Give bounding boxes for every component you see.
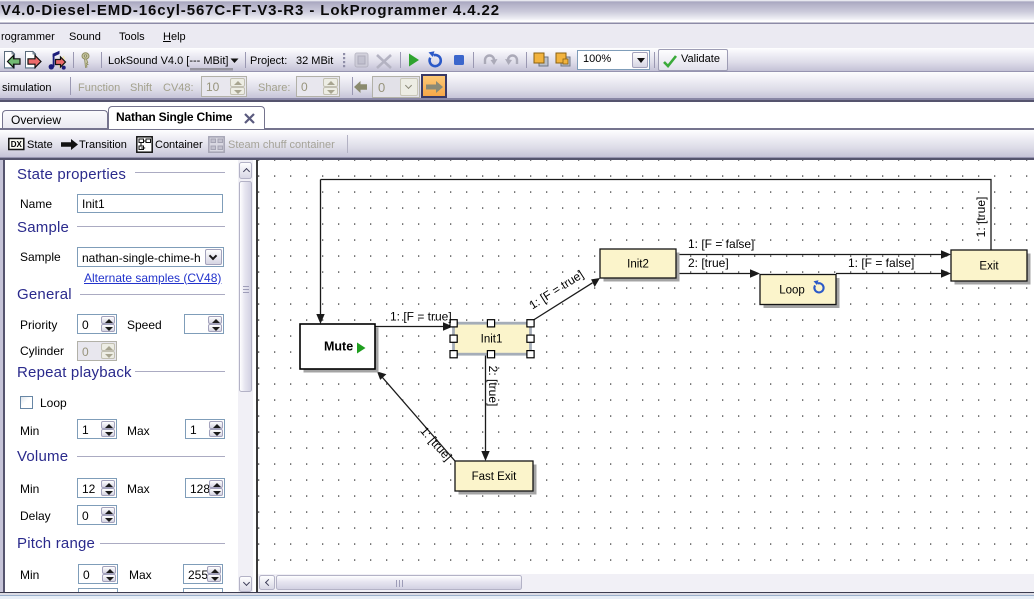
svg-text:Init2: Init2 [627, 258, 649, 270]
svg-text:Loop: Loop [779, 284, 805, 296]
svg-text:Fast Exit: Fast Exit [472, 471, 518, 483]
svg-text:1: [F = true]: 1: [F = true] [390, 309, 452, 323]
svg-text:1: [F = false]: 1: [F = false] [848, 256, 914, 270]
svg-text:Exit: Exit [979, 260, 999, 272]
svg-text:Mute: Mute [324, 339, 353, 353]
svg-text:1: [F = false]: 1: [F = false] [688, 237, 754, 251]
svg-text:1: [true]: 1: [true] [974, 196, 988, 237]
svg-text:2: [true]: 2: [true] [486, 365, 500, 406]
svg-text:DX: DX [11, 140, 23, 149]
svg-text:2: [true]: 2: [true] [688, 256, 729, 270]
svg-text:Init1: Init1 [481, 333, 503, 345]
